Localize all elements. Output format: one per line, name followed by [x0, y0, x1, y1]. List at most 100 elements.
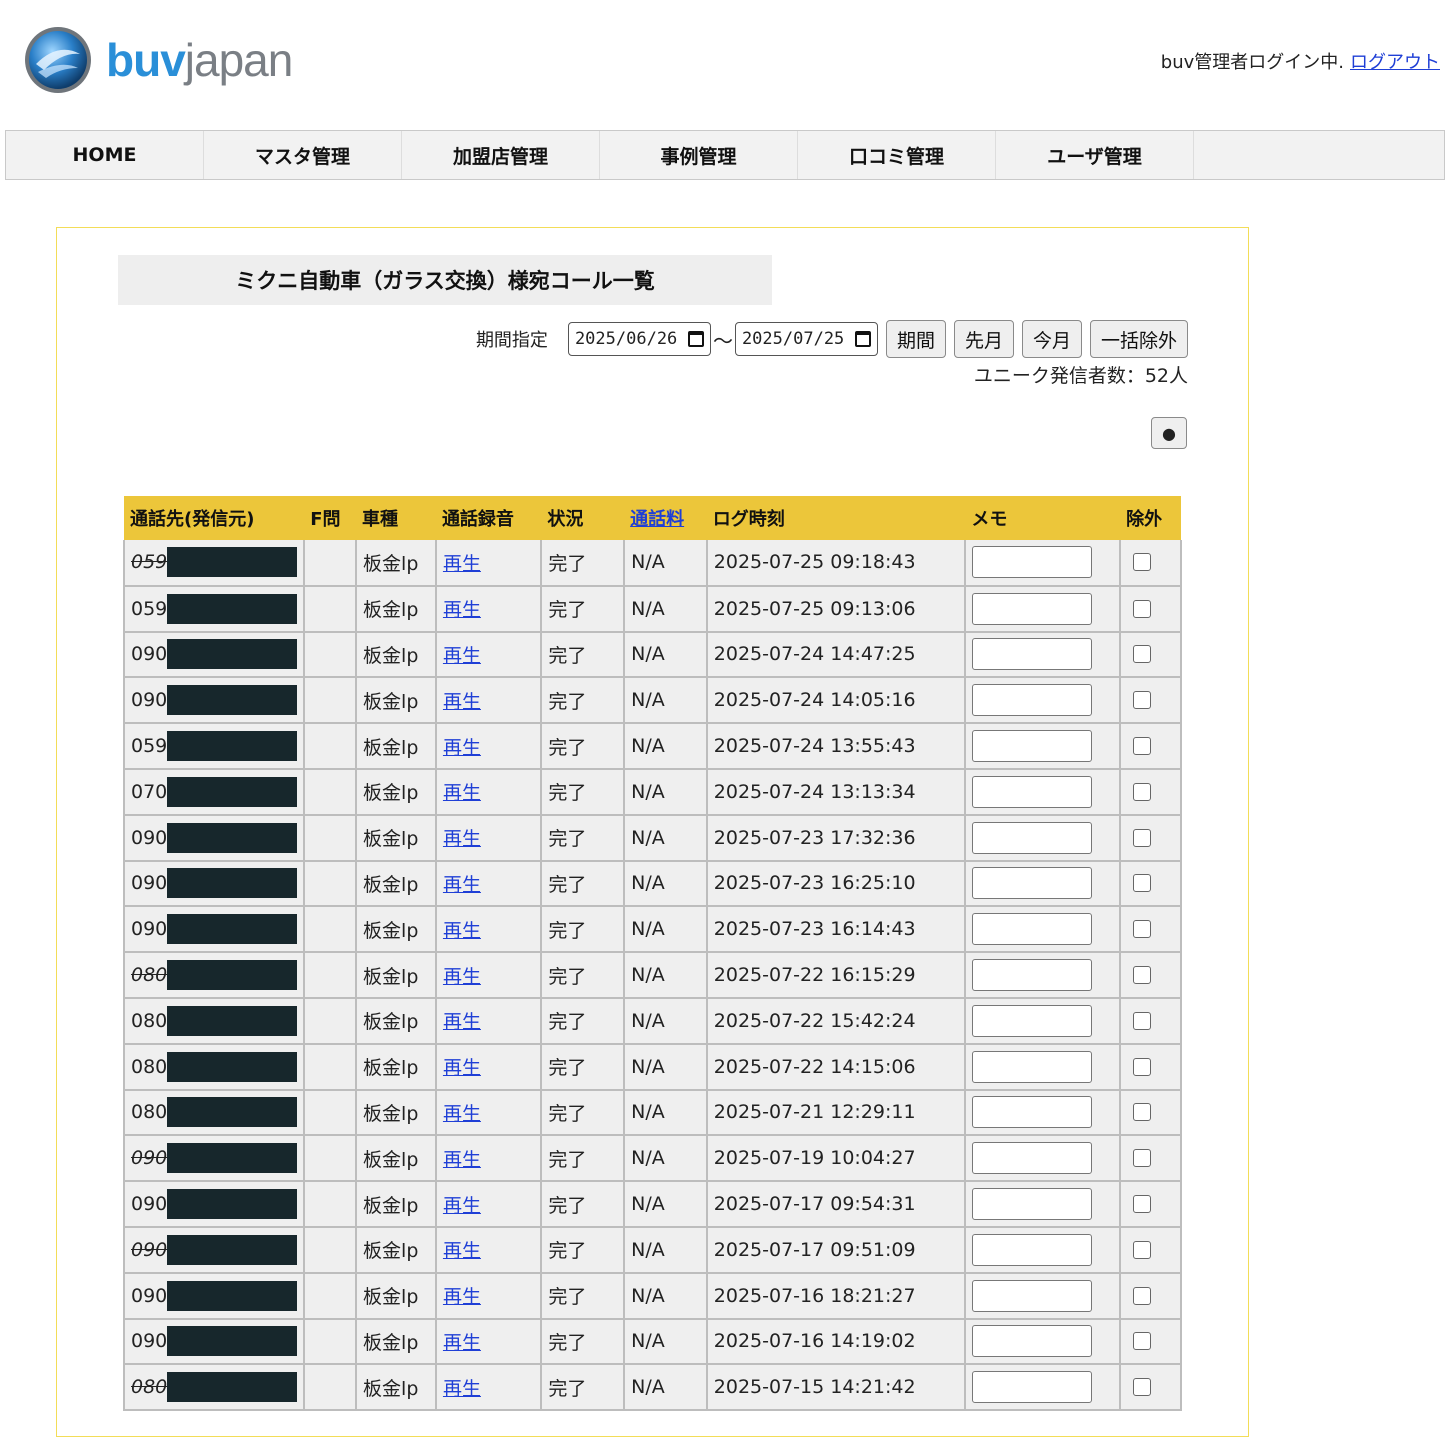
nav-item-users[interactable]: ユーザ管理	[996, 131, 1194, 179]
sort-fee-link[interactable]: 通話料	[630, 509, 684, 530]
exclude-checkbox[interactable]	[1133, 1332, 1152, 1351]
memo-input[interactable]	[972, 1004, 1093, 1037]
play-link[interactable]: 再生	[443, 1149, 481, 1171]
date-to-input[interactable]: 2025/07/25	[734, 322, 878, 356]
status-cell: 完了	[540, 951, 626, 999]
play-link[interactable]: 再生	[443, 966, 481, 988]
memo-input[interactable]	[972, 592, 1093, 625]
table-row: 090 板金lp 再生 完了 N/A 2025-07-24 14:47:25	[122, 630, 1182, 679]
fq-cell	[303, 1271, 358, 1320]
play-link[interactable]: 再生	[443, 1332, 481, 1354]
play-link[interactable]: 再生	[443, 1057, 481, 1079]
play-link[interactable]: 再生	[443, 691, 481, 713]
exclude-checkbox[interactable]	[1133, 1378, 1152, 1397]
memo-cell	[964, 859, 1122, 908]
site-logo[interactable]: buvjapan	[22, 24, 293, 96]
memo-input[interactable]	[972, 1188, 1093, 1221]
nav-item-cases[interactable]: 事例管理	[600, 131, 798, 179]
memo-input[interactable]	[972, 684, 1093, 717]
exclude-checkbox[interactable]	[1133, 645, 1152, 664]
play-link[interactable]: 再生	[443, 782, 481, 804]
exclude-checkbox[interactable]	[1133, 782, 1152, 801]
memo-input[interactable]	[972, 1279, 1093, 1312]
nav-item-home[interactable]: HOME	[6, 131, 204, 179]
caller-cell: 059	[122, 722, 306, 770]
prev-month-button[interactable]: 先月	[953, 320, 1014, 358]
login-status-text: buv管理者ログイン中.	[1160, 52, 1344, 73]
this-month-button[interactable]: 今月	[1021, 320, 1082, 358]
phone-prefix: 090	[131, 1330, 168, 1353]
memo-input[interactable]	[972, 821, 1093, 854]
play-link[interactable]: 再生	[443, 920, 481, 942]
exclude-checkbox[interactable]	[1133, 1057, 1152, 1076]
time-cell: 2025-07-23 17:32:36	[705, 813, 967, 862]
exclude-checkbox[interactable]	[1133, 553, 1152, 572]
memo-input[interactable]	[972, 638, 1093, 671]
play-link[interactable]: 再生	[443, 1011, 481, 1033]
phone-number: 090	[131, 685, 298, 716]
date-from-input[interactable]: 2025/06/26	[567, 322, 711, 356]
nav-item-franchise[interactable]: 加盟店管理	[402, 131, 600, 179]
redacted-block	[167, 639, 298, 670]
memo-input[interactable]	[972, 546, 1093, 579]
exclude-checkbox[interactable]	[1133, 1195, 1152, 1214]
play-link[interactable]: 再生	[443, 737, 481, 759]
recording-cell: 再生	[434, 813, 543, 862]
memo-input[interactable]	[972, 1096, 1093, 1129]
memo-input[interactable]	[972, 730, 1093, 763]
exclude-checkbox[interactable]	[1133, 1240, 1152, 1259]
table-row: 090 板金lp 再生 完了 N/A 2025-07-24 14:05:16	[122, 676, 1182, 725]
play-link[interactable]: 再生	[443, 1240, 481, 1262]
play-link[interactable]: 再生	[443, 1195, 481, 1217]
exclude-checkbox[interactable]	[1133, 1286, 1152, 1305]
play-link[interactable]: 再生	[443, 874, 481, 896]
recording-cell: 再生	[434, 951, 543, 999]
nav-item-master[interactable]: マスタ管理	[204, 131, 402, 179]
memo-input[interactable]	[972, 1371, 1093, 1404]
exclude-checkbox[interactable]	[1133, 828, 1152, 847]
exclude-checkbox[interactable]	[1133, 1149, 1152, 1168]
phone-prefix: 090	[131, 826, 168, 849]
play-link[interactable]: 再生	[443, 828, 481, 850]
exclude-checkbox[interactable]	[1133, 920, 1152, 939]
exclude-checkbox[interactable]	[1133, 599, 1152, 618]
play-link[interactable]: 再生	[443, 599, 481, 621]
play-link[interactable]: 再生	[443, 1103, 481, 1125]
memo-input[interactable]	[972, 1142, 1093, 1175]
exclude-checkbox[interactable]	[1133, 1103, 1152, 1122]
nav-item-reviews[interactable]: 口コミ管理	[798, 131, 996, 179]
logout-link[interactable]: ログアウト	[1350, 52, 1440, 73]
memo-input[interactable]	[972, 959, 1093, 992]
caller-cell: 080	[122, 951, 306, 999]
exclude-checkbox[interactable]	[1133, 966, 1152, 985]
play-link[interactable]: 再生	[443, 1286, 481, 1308]
memo-input[interactable]	[972, 775, 1093, 808]
fee-cell: N/A	[623, 676, 708, 725]
memo-input[interactable]	[972, 913, 1093, 946]
memo-input[interactable]	[972, 1233, 1093, 1266]
memo-cell	[964, 905, 1122, 954]
exclude-checkbox[interactable]	[1133, 691, 1152, 710]
calendar-icon[interactable]	[854, 331, 871, 347]
memo-input[interactable]	[972, 1325, 1093, 1358]
table-row: 080 板金lp 再生 完了 N/A 2025-07-15 14:21:42	[122, 1363, 1182, 1412]
bulk-exclude-button[interactable]: 一括除外	[1089, 320, 1188, 358]
status-cell: 完了	[540, 813, 626, 862]
dot-button[interactable]: ●	[1151, 417, 1187, 449]
exclude-checkbox[interactable]	[1133, 737, 1152, 756]
play-link[interactable]: 再生	[443, 553, 481, 575]
period-button[interactable]: 期間	[885, 320, 946, 358]
exclude-cell	[1119, 1134, 1182, 1183]
login-status: buv管理者ログイン中. ログアウト	[1161, 48, 1440, 74]
recording-cell: 再生	[434, 540, 543, 587]
recording-cell: 再生	[434, 1042, 543, 1091]
memo-input[interactable]	[972, 867, 1093, 900]
exclude-checkbox[interactable]	[1133, 874, 1152, 893]
memo-input[interactable]	[972, 1050, 1093, 1083]
play-link[interactable]: 再生	[443, 645, 481, 667]
play-link[interactable]: 再生	[443, 1378, 481, 1400]
exclude-checkbox[interactable]	[1133, 1011, 1152, 1030]
fee-cell: N/A	[623, 630, 708, 679]
redacted-block	[167, 1280, 298, 1311]
calendar-icon[interactable]	[687, 331, 704, 347]
